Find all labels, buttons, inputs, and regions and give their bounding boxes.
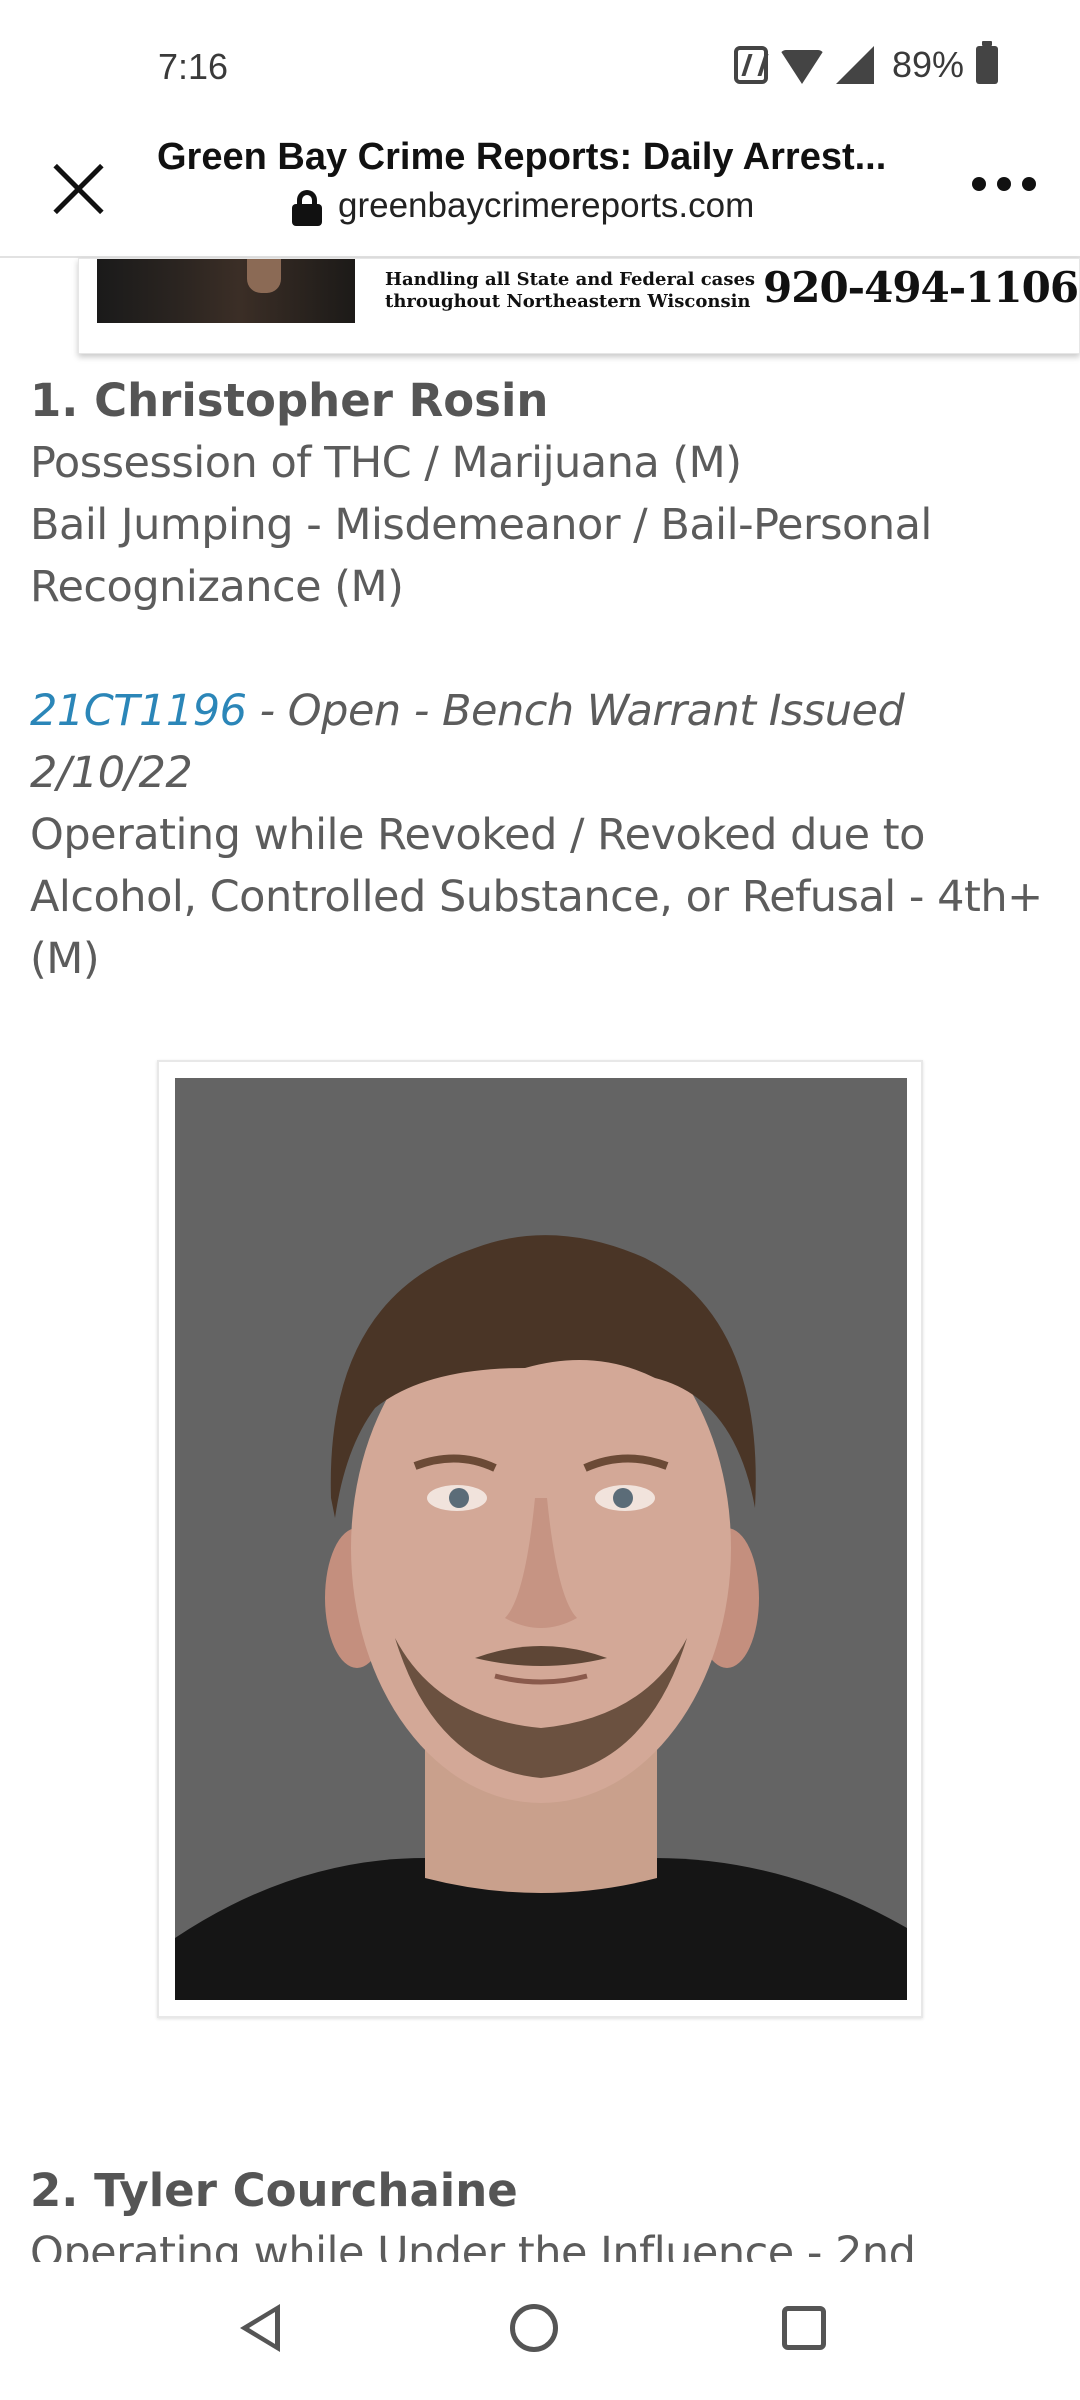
case-status-line: 21CT1196 - Open - Bench Warrant Issued xyxy=(30,680,1050,742)
case-charge-line: (M) xyxy=(30,934,100,984)
page-title[interactable]: Green Bay Crime Reports: Daily Arrest... xyxy=(157,136,917,179)
ad-banner[interactable]: Handling all State and Federal cases thr… xyxy=(78,258,1080,354)
charge-line: Possession of THC / Marijuana (M) xyxy=(30,438,742,488)
charge-line: Recognizance (M) xyxy=(30,562,404,612)
ad-tagline: Handling all State and Federal cases thr… xyxy=(385,269,755,313)
mugshot-illustration xyxy=(175,1078,907,2000)
battery-percent: 89% xyxy=(891,44,964,85)
ad-tagline-line1: Handling all State and Federal cases xyxy=(385,269,756,290)
status-bar: 7:16 89% xyxy=(0,0,1080,130)
entry-title: 1. Christopher Rosin xyxy=(30,374,549,427)
lock-icon[interactable] xyxy=(292,190,322,226)
back-icon[interactable] xyxy=(240,2304,280,2352)
ad-phone[interactable]: 920-494-1106 xyxy=(763,263,1079,312)
signal-icon xyxy=(835,46,874,84)
home-icon[interactable] xyxy=(510,2304,558,2352)
close-icon[interactable] xyxy=(40,150,116,226)
mugshot-photo xyxy=(175,1078,907,2000)
status-icons: 89% xyxy=(733,41,998,86)
status-time: 7:16 xyxy=(158,46,229,87)
ad-tagline-line2: throughout Northeastern Wisconsin xyxy=(385,291,751,312)
case-number-link[interactable]: 21CT1196 xyxy=(30,686,247,736)
recents-icon[interactable] xyxy=(782,2306,826,2350)
case-charge-line: Operating while Revoked / Revoked due to xyxy=(30,810,925,860)
charge-line: Bail Jumping - Misdemeanor / Bail-Person… xyxy=(30,500,932,550)
case-status: - Open - Bench Warrant Issued xyxy=(246,686,905,736)
battery-icon xyxy=(976,41,998,84)
ad-image xyxy=(97,259,355,323)
more-vert-icon[interactable] xyxy=(972,172,1036,196)
nfc-icon xyxy=(733,46,768,84)
page-url[interactable]: greenbaycrimereports.com xyxy=(338,186,754,226)
entry-title: 2. Tyler Courchaine xyxy=(30,2164,518,2217)
case-date: 2/10/22 xyxy=(30,748,193,798)
mugshot-frame[interactable] xyxy=(157,1060,923,2018)
wifi-icon xyxy=(779,50,824,84)
browser-toolbar: Green Bay Crime Reports: Daily Arrest...… xyxy=(0,130,1080,258)
article-body: 1. Christopher Rosin Possession of THC /… xyxy=(30,370,1050,990)
case-charge-line: Alcohol, Controlled Substance, or Refusa… xyxy=(30,872,1043,922)
system-nav-bar xyxy=(0,2262,1080,2400)
